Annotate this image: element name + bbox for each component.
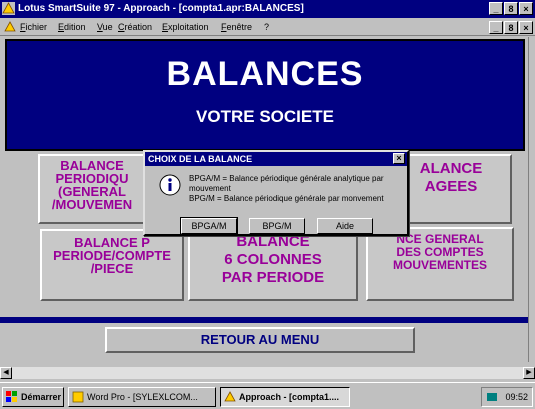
button-line: /PIECE: [90, 261, 134, 276]
info-icon: [159, 174, 181, 196]
close-button[interactable]: ×: [519, 2, 533, 15]
scroll-right-icon[interactable]: ▶: [523, 367, 535, 379]
scroll-track[interactable]: [12, 367, 523, 379]
task-approach[interactable]: Approach - [compta1....: [220, 387, 350, 407]
retour-menu-button[interactable]: RETOUR AU MENU: [105, 327, 415, 353]
bpga-m-button[interactable]: BPGA/M: [180, 217, 238, 235]
doc-minimize-button[interactable]: _: [489, 21, 503, 34]
desktop-screen: Lotus SmartSuite 97 - Approach - [compta…: [0, 0, 535, 409]
page-title: BALANCES: [166, 55, 364, 93]
task-word-pro[interactable]: Word Pro - [SYLEXLCOM...: [68, 387, 216, 407]
minimize-button[interactable]: _: [489, 2, 503, 15]
button-line: 6 COLONNES: [224, 251, 322, 268]
button-line: PAR PERIODE: [221, 269, 325, 286]
menu-fichier[interactable]: Fichier: [20, 22, 47, 32]
choix-balance-dialog: CHOIX DE LA BALANCE × BPGA/M = Balance p…: [143, 150, 409, 236]
system-tray: 09:52: [481, 387, 533, 407]
doc-maximize-button[interactable]: 8: [504, 21, 518, 34]
menu-help[interactable]: ?: [264, 22, 269, 32]
start-label: Démarrer: [21, 392, 62, 402]
menu-bar: Fichier Edition Vue Création Exploitatio…: [0, 18, 535, 36]
balance-periodique-button[interactable]: BALANCE PERIODIQU (GENERAL /MOUVEMEN: [38, 154, 146, 224]
button-line: MOUVEMENTES: [392, 258, 487, 272]
balance-general-comptes-button[interactable]: NCE GENERAL DES COMPTES MOUVEMENTES: [366, 227, 514, 301]
balance-6-colonnes-button[interactable]: BALANCE 6 COLONNES PAR PERIODE: [188, 229, 358, 301]
balance-periode-compte-button[interactable]: BALANCE P PERIODE/COMPTE /PIECE: [40, 229, 184, 301]
horizontal-scrollbar[interactable]: ◀ ▶: [0, 367, 535, 379]
button-line: AGEES: [424, 178, 478, 195]
page-subtitle: VOTRE SOCIETE: [196, 107, 334, 126]
dialog-close-icon[interactable]: ×: [393, 153, 405, 164]
vertical-scrollbar[interactable]: [528, 37, 535, 362]
word-pro-icon: [72, 391, 84, 403]
document-icon[interactable]: [4, 21, 16, 33]
window-title: Lotus SmartSuite 97 - Approach - [compta…: [18, 3, 304, 14]
speaker-icon[interactable]: [486, 391, 498, 403]
clock[interactable]: 09:52: [505, 392, 528, 402]
button-line: /MOUVEMEN: [51, 197, 133, 212]
menu-fenetre[interactable]: Fenêtre: [221, 22, 252, 32]
taskbar: Démarrer Word Pro - [SYLEXLCOM... Approa…: [0, 382, 535, 409]
maximize-button[interactable]: 8: [504, 2, 518, 15]
message-line: BPGA/M = Balance périodique générale ana…: [189, 174, 384, 183]
menu-edition[interactable]: Edition: [58, 22, 86, 32]
message-line: mouvement: [189, 184, 231, 193]
task-label: Approach - [compta1....: [239, 392, 340, 402]
menu-vue[interactable]: Vue: [97, 22, 113, 32]
windows-logo-icon: [6, 391, 17, 402]
dialog-title[interactable]: CHOIX DE LA BALANCE: [145, 152, 407, 166]
message-line: BPG/M = Balance périodique générale par …: [189, 194, 384, 203]
start-button[interactable]: Démarrer: [2, 387, 64, 407]
menu-exploitation[interactable]: Exploitation: [162, 22, 209, 32]
form-header: BALANCES VOTRE SOCIETE: [5, 39, 525, 151]
menu-creation[interactable]: Création: [118, 22, 152, 32]
button-line: ALANCE: [419, 160, 483, 177]
divider-stripe: [0, 317, 528, 323]
bpg-m-button[interactable]: BPG/M: [249, 218, 305, 234]
approach-icon: [224, 391, 236, 402]
window-title-bar[interactable]: Lotus SmartSuite 97 - Approach - [compta…: [0, 0, 535, 18]
dialog-message: BPGA/M = Balance périodique générale ana…: [189, 174, 407, 204]
lotus-app-icon: [2, 2, 15, 15]
scroll-left-icon[interactable]: ◀: [0, 367, 12, 379]
doc-close-button[interactable]: ×: [519, 21, 533, 34]
task-label: Word Pro - [SYLEXLCOM...: [87, 392, 198, 402]
aide-button[interactable]: Aide: [317, 218, 373, 234]
